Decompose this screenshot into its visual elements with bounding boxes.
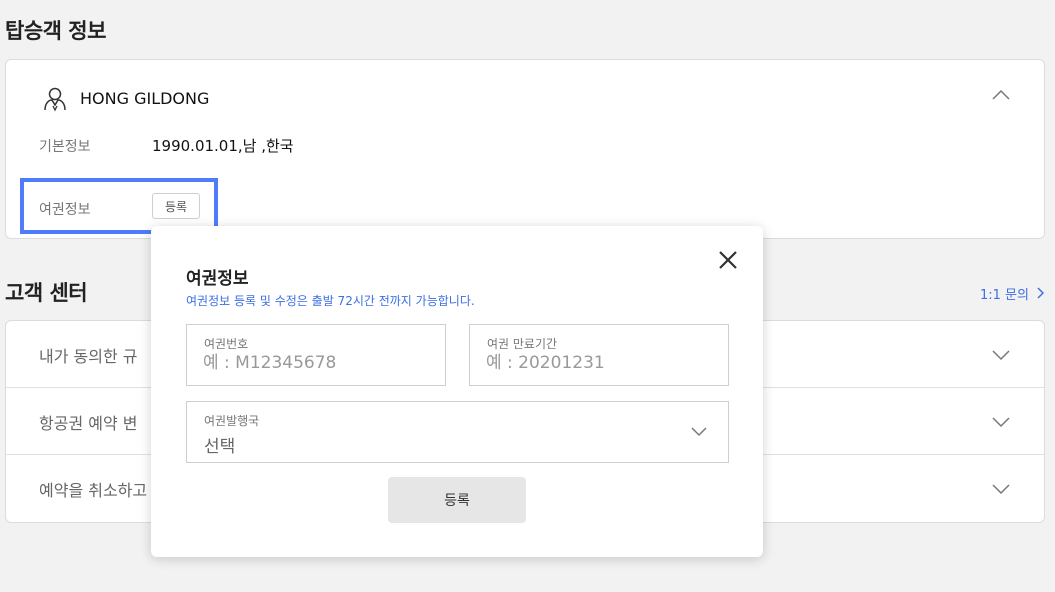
chevron-down-icon	[691, 427, 707, 437]
passport-info-label: 여권정보	[39, 202, 91, 218]
passport-register-button[interactable]: 등록	[152, 193, 200, 219]
passenger-card: HONG GILDONG 기본정보 1990.01.01,남 ,한국 여권정보 …	[5, 59, 1045, 239]
passport-modal: 여권정보 여권정보 등록 및 수정은 출발 72시간 전까지 가능합니다. 여권…	[151, 226, 763, 557]
chevron-down-icon[interactable]	[990, 415, 1012, 429]
close-icon[interactable]	[716, 248, 740, 272]
basic-info-value: 1990.01.01,남 ,한국	[152, 137, 294, 155]
passport-expiry-label: 여권 만료기간	[487, 337, 558, 351]
passport-number-field[interactable]: 여권번호	[186, 324, 446, 386]
modal-register-button[interactable]: 등록	[388, 477, 526, 523]
issuing-country-select[interactable]: 여권발행국 선택	[186, 401, 729, 463]
passport-expiry-field[interactable]: 여권 만료기간	[469, 324, 729, 386]
passport-number-input[interactable]	[203, 353, 429, 373]
passport-number-label: 여권번호	[204, 337, 249, 351]
passenger-section-title: 탑승객 정보	[5, 19, 106, 43]
cs-row-label: 내가 동의한 규	[39, 347, 138, 366]
person-icon	[44, 87, 66, 112]
issuing-country-value: 선택	[204, 437, 236, 457]
chevron-up-icon[interactable]	[990, 88, 1012, 102]
cs-row-label: 항공권 예약 변	[39, 414, 138, 433]
modal-notice: 여권정보 등록 및 수정은 출발 72시간 전까지 가능합니다.	[186, 294, 475, 308]
chevron-down-icon[interactable]	[990, 482, 1012, 496]
inquiry-link[interactable]: 1:1 문의	[980, 284, 1029, 303]
issuing-country-label: 여권발행국	[204, 414, 260, 428]
passport-expiry-input[interactable]	[486, 353, 712, 373]
customer-center-title: 고객 센터	[5, 281, 88, 305]
modal-title: 여권정보	[186, 269, 249, 289]
passenger-name: HONG GILDONG	[80, 89, 210, 108]
basic-info-label: 기본정보	[39, 139, 91, 155]
chevron-down-icon[interactable]	[990, 348, 1012, 362]
chevron-right-icon[interactable]	[1036, 287, 1044, 299]
cs-row-label: 예약을 취소하고	[39, 481, 148, 500]
